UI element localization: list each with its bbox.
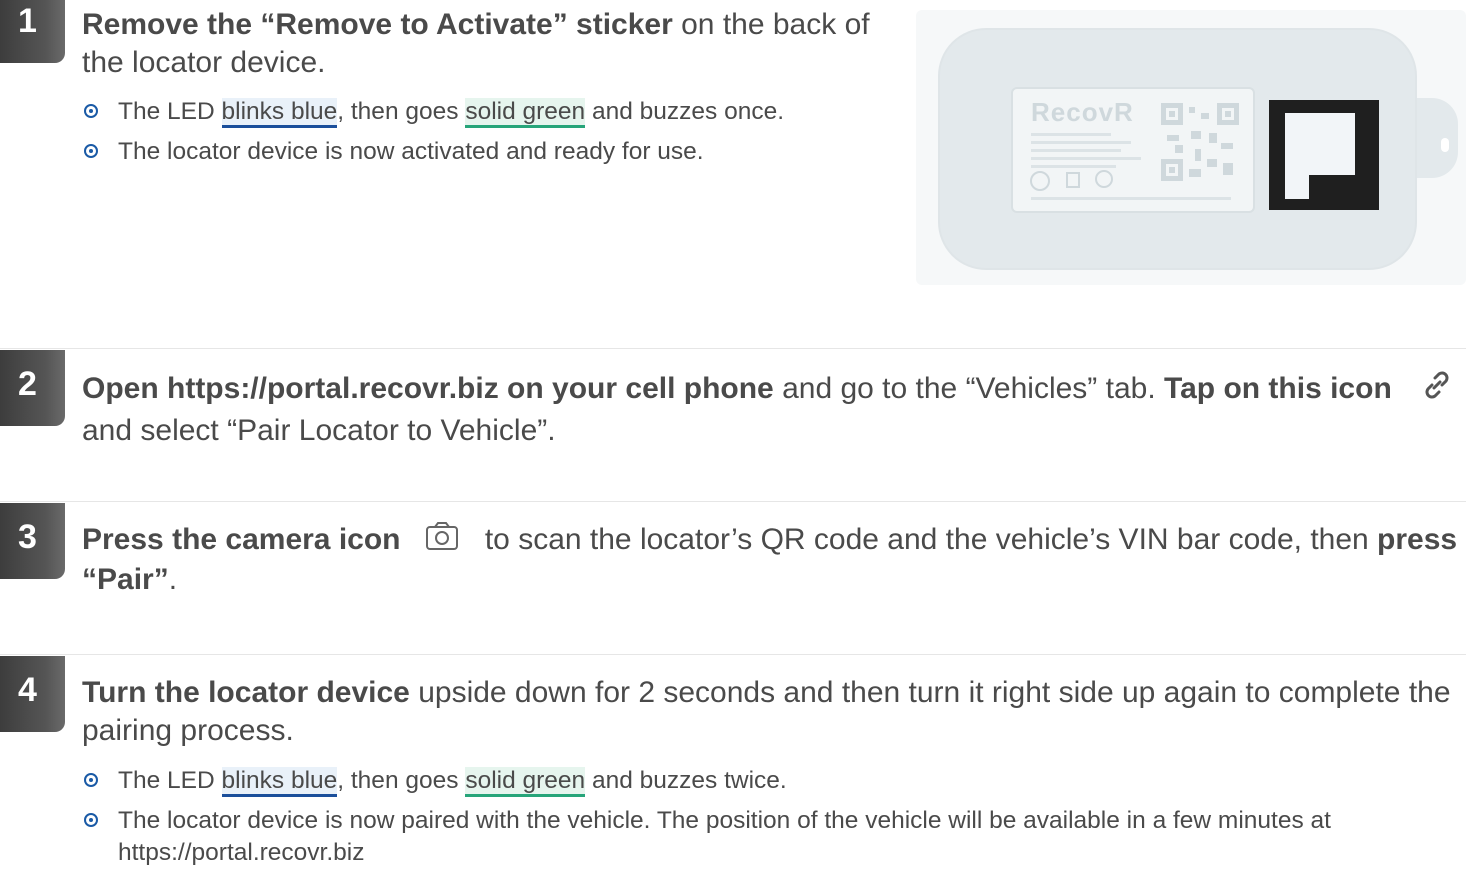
qr-code-icon [1161, 103, 1239, 181]
text-run: and go to the “Vehicles” tab. [773, 371, 1164, 405]
highlighted-text: blinks blue [221, 767, 338, 797]
step-title: Remove the “Remove to Activate” sticker … [82, 6, 882, 82]
step-number-badge: 2 [0, 350, 65, 426]
text-run: . [168, 563, 178, 597]
step-title: Open https://portal.recovr.biz on your c… [82, 368, 1466, 450]
text-run: and select “Pair Locator to Vehicle”. [82, 414, 556, 447]
text-run: The LED [118, 98, 222, 125]
text-run: , then goes [337, 767, 466, 794]
device-fine-print [1031, 133, 1111, 136]
step-bullets: The LED blinks blue, then goes solid gre… [82, 765, 1432, 877]
bullet-circle-icon [84, 773, 98, 787]
link-icon [1392, 368, 1454, 412]
step-number: 2 [18, 365, 37, 403]
certification-icons [1030, 170, 1113, 191]
device-mount-hole [1441, 138, 1449, 152]
bold-text: Tap on this icon [1164, 371, 1392, 405]
device-sensor-window [1269, 100, 1379, 210]
highlighted-text: blinks blue [221, 98, 338, 128]
step-1: 1 Remove the “Remove to Activate” sticke… [0, 0, 1466, 300]
bullet-circle-icon [84, 144, 98, 158]
bold-text: Press the camera icon [82, 523, 401, 556]
text-run: to scan the locator’s QR code and the ve… [476, 523, 1378, 556]
text-run: and buzzes once. [585, 98, 785, 125]
bullet-item: The LED blinks blue, then goes solid gre… [82, 96, 902, 128]
device-fine-print [1031, 165, 1116, 168]
step-title: Turn the locator device upside down for … [82, 674, 1466, 750]
locator-device-photo: RecovR [916, 10, 1466, 285]
device-brand: RecovR [1031, 97, 1134, 127]
step-number-badge: 1 [0, 0, 65, 63]
step-title: Press the camera icon to scan the locato… [82, 521, 1466, 599]
highlighted-text: solid green [465, 98, 586, 128]
device-fine-print [1031, 157, 1141, 160]
camera-icon [401, 521, 477, 561]
bullet-circle-icon [84, 104, 98, 118]
device-fine-print [1031, 149, 1121, 152]
text-run: The LED [118, 767, 222, 794]
step-number-badge: 3 [0, 503, 65, 579]
bullet-item: The locator device is now activated and … [82, 136, 902, 168]
bullet-item: The LED blinks blue, then goes solid gre… [82, 765, 1432, 797]
text-run: The locator device is now activated and … [118, 138, 704, 165]
step-3: 3 Press the camera icon to scan the loca… [0, 501, 1466, 651]
device-label: RecovR [1011, 87, 1255, 213]
step-number: 1 [18, 2, 37, 40]
bold-text: Open https://portal.recovr.biz on your c… [82, 371, 774, 405]
device-fine-print [1031, 141, 1131, 144]
bold-text: Turn the locator device [82, 676, 410, 709]
step-number: 4 [18, 671, 37, 709]
bullet-item: The locator device is now paired with th… [82, 805, 1432, 869]
step-bullets: The LED blinks blue, then goes solid gre… [82, 96, 902, 176]
step-4: 4 Turn the locator device upside down fo… [0, 654, 1466, 869]
highlighted-text: solid green [465, 767, 586, 797]
text-run: The locator device is now paired with th… [118, 807, 1331, 866]
step-number-badge: 4 [0, 656, 65, 732]
step-2: 2 Open https://portal.recovr.biz on your… [0, 348, 1466, 498]
text-run: and buzzes twice. [585, 767, 787, 794]
device-fine-print [1031, 197, 1231, 200]
bold-text: Remove the “Remove to Activate” sticker [82, 8, 673, 41]
bullet-circle-icon [84, 813, 98, 827]
text-run: , then goes [337, 98, 466, 125]
step-number: 3 [18, 518, 37, 556]
